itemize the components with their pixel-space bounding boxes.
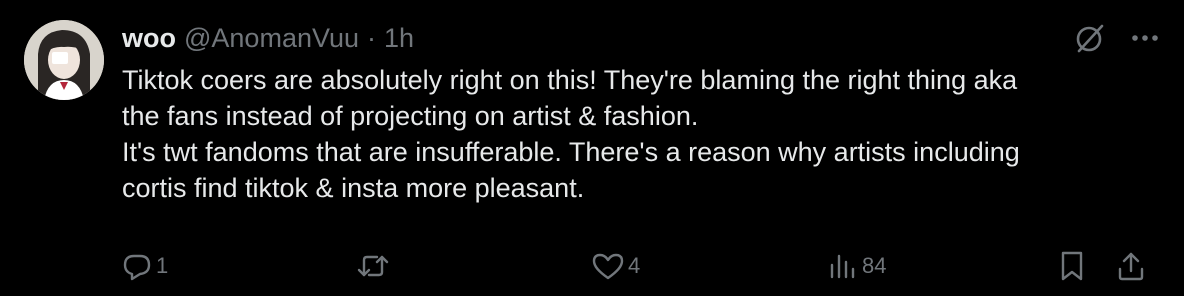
bookmark-icon: [1061, 251, 1083, 281]
retweet-button[interactable]: [356, 248, 394, 284]
user-handle[interactable]: @AnomanVuu: [184, 23, 359, 54]
grok-icon[interactable]: [1072, 20, 1108, 56]
like-count: 4: [628, 253, 641, 278]
action-bar: 1 4 84: [122, 248, 1162, 284]
display-name[interactable]: woo: [122, 23, 176, 54]
retweet-icon: [357, 255, 389, 277]
tweet-header: woo @AnomanVuu · 1h: [122, 22, 414, 54]
views-icon: [830, 254, 855, 279]
share-button[interactable]: [1116, 248, 1146, 284]
reply-button[interactable]: 1: [122, 248, 168, 284]
heart-icon: [592, 253, 624, 280]
views-button[interactable]: 84: [828, 248, 886, 284]
reply-count: 1: [156, 253, 169, 278]
views-count: 84: [862, 253, 887, 278]
tweet[interactable]: woo @AnomanVuu · 1h Tiktok coers are abs…: [0, 0, 1184, 296]
reply-icon: [123, 254, 151, 281]
separator-dot: ·: [367, 22, 377, 53]
tweet-text-line: Tiktok coers are absolutely right on thi…: [122, 65, 1018, 95]
like-button[interactable]: 4: [592, 248, 640, 284]
tweet-text: Tiktok coers are absolutely right on thi…: [122, 62, 1167, 206]
tweet-text-line: It's twt fandoms that are insufferable. …: [122, 137, 1020, 167]
bookmark-button[interactable]: [1058, 248, 1086, 284]
tweet-text-line: cortis find tiktok & insta more pleasant…: [122, 173, 585, 203]
avatar[interactable]: [24, 20, 104, 100]
timestamp[interactable]: 1h: [384, 23, 414, 54]
top-icons: [1072, 20, 1160, 56]
more-icon[interactable]: [1130, 32, 1160, 44]
avatar-image: [24, 20, 104, 100]
tweet-text-line: the fans instead of projecting on artist…: [122, 101, 699, 131]
share-icon: [1118, 252, 1144, 281]
